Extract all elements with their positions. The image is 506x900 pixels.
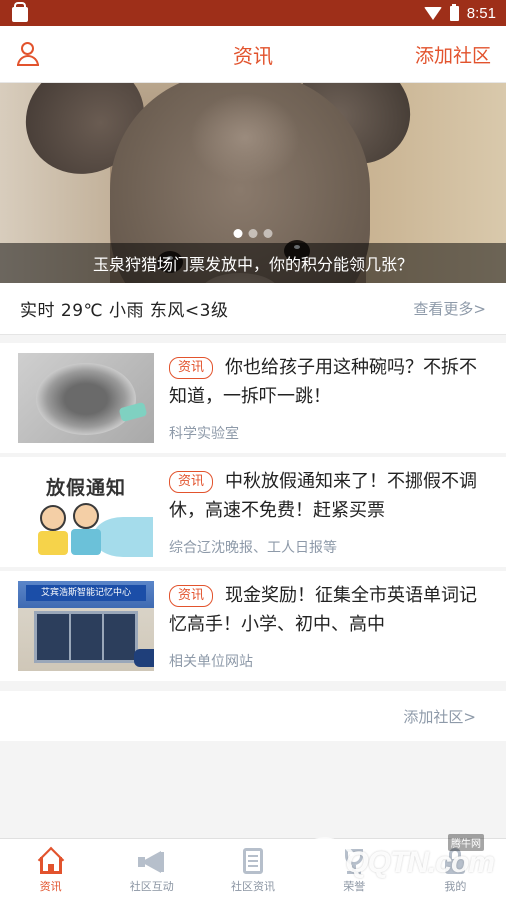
page-title: 资讯 bbox=[233, 43, 273, 68]
news-thumbnail bbox=[18, 353, 154, 443]
carousel-dot[interactable] bbox=[263, 229, 273, 238]
add-community-link[interactable]: 添加社区> bbox=[403, 706, 476, 727]
nav-tab-community-interaction[interactable]: 社区互动 bbox=[101, 839, 202, 900]
home-icon bbox=[35, 846, 67, 876]
news-body: 资讯 中秋放假通知来了！不挪假不调休，高速不免费！赶紧买票 综合辽沈晚报、工人日报… bbox=[169, 467, 488, 557]
nav-tab-mine[interactable]: 我的 bbox=[405, 839, 506, 900]
add-community-button[interactable]: 添加社区 bbox=[415, 41, 491, 68]
nav-tab-community-news[interactable]: 社区资讯 bbox=[202, 839, 303, 900]
megaphone-icon bbox=[136, 846, 168, 876]
news-tag: 资讯 bbox=[169, 357, 214, 379]
news-item[interactable]: 资讯 你也给孩子用这种碗吗？不拆不知道，一拆吓一跳！ 科学实验室 bbox=[0, 343, 506, 453]
news-thumbnail: 艾宾浩斯智能记忆中心 bbox=[18, 581, 154, 671]
see-more-link[interactable]: 查看更多> bbox=[413, 298, 486, 319]
nav-label: 我的 bbox=[444, 879, 467, 893]
nav-tab-honor[interactable]: 荣誉 bbox=[304, 839, 405, 900]
news-source: 综合辽沈晚报、工人日报等 bbox=[169, 540, 337, 556]
carousel-dot[interactable] bbox=[248, 229, 258, 238]
weather-text: 实时 29℃ 小雨 东风<3级 bbox=[20, 301, 229, 321]
nav-tab-news[interactable]: 资讯 bbox=[0, 839, 101, 900]
banner-carousel[interactable]: 玉泉狩猎场门票发放中，你的积分能领几张？ bbox=[0, 83, 506, 283]
news-source: 相关单位网站 bbox=[169, 654, 253, 670]
thumbnail-text: 放假通知 bbox=[45, 477, 126, 499]
weather-bar: 实时 29℃ 小雨 东风<3级 查看更多> bbox=[0, 283, 506, 335]
news-tag: 资讯 bbox=[169, 585, 214, 607]
nav-label: 荣誉 bbox=[343, 879, 366, 893]
news-body: 资讯 现金奖励！征集全市英语单词记忆高手！小学、初中、高中 相关单位网站 bbox=[169, 581, 488, 671]
status-time: 8:51 bbox=[466, 4, 496, 22]
news-item[interactable]: 艾宾浩斯智能记忆中心 资讯 现金奖励！征集全市英语单词记忆高手！小学、初中、高中 … bbox=[0, 571, 506, 681]
news-title: 资讯 现金奖励！征集全市英语单词记忆高手！小学、初中、高中 bbox=[169, 585, 478, 635]
news-tag: 资讯 bbox=[169, 471, 214, 493]
battery-icon bbox=[449, 3, 459, 21]
nav-label: 资讯 bbox=[39, 879, 62, 893]
carousel-dot[interactable] bbox=[233, 229, 243, 238]
news-title: 资讯 你也给孩子用这种碗吗？不拆不知道，一拆吓一跳！ bbox=[169, 357, 478, 407]
wifi-icon bbox=[423, 6, 442, 20]
news-thumbnail: 放假通知 bbox=[18, 467, 154, 557]
status-right: 8:51 bbox=[423, 3, 496, 22]
nav-label: 社区互动 bbox=[129, 879, 174, 893]
thumbnail-text: 艾宾浩斯智能记忆中心 bbox=[26, 585, 146, 601]
add-community-row: 添加社区> bbox=[0, 691, 506, 741]
status-bar: 8:51 bbox=[0, 0, 506, 26]
nav-label: 社区资讯 bbox=[231, 879, 275, 893]
news-item[interactable]: 放假通知 资讯 中秋放假通知来了！不挪假不调休，高速不免费！赶紧买票 综合辽沈晚报… bbox=[0, 457, 506, 567]
status-left bbox=[12, 1, 28, 22]
bottom-navigation: 资讯 社区互动 社区资讯 荣誉 我的 bbox=[0, 838, 506, 900]
document-icon bbox=[237, 846, 269, 876]
banner-caption[interactable]: 玉泉狩猎场门票发放中，你的积分能领几张？ bbox=[0, 243, 506, 283]
user-profile-icon[interactable] bbox=[15, 41, 41, 67]
news-body: 资讯 你也给孩子用这种碗吗？不拆不知道，一拆吓一跳！ 科学实验室 bbox=[169, 353, 488, 443]
app-bar: 资讯 添加社区 bbox=[0, 26, 506, 83]
lock-icon bbox=[439, 846, 471, 876]
shopping-bag-icon bbox=[12, 1, 28, 22]
news-title: 资讯 中秋放假通知来了！不挪假不调休，高速不免费！赶紧买票 bbox=[169, 471, 478, 521]
news-source: 科学实验室 bbox=[169, 426, 239, 442]
carousel-indicator bbox=[233, 229, 273, 238]
trophy-icon bbox=[338, 846, 370, 876]
